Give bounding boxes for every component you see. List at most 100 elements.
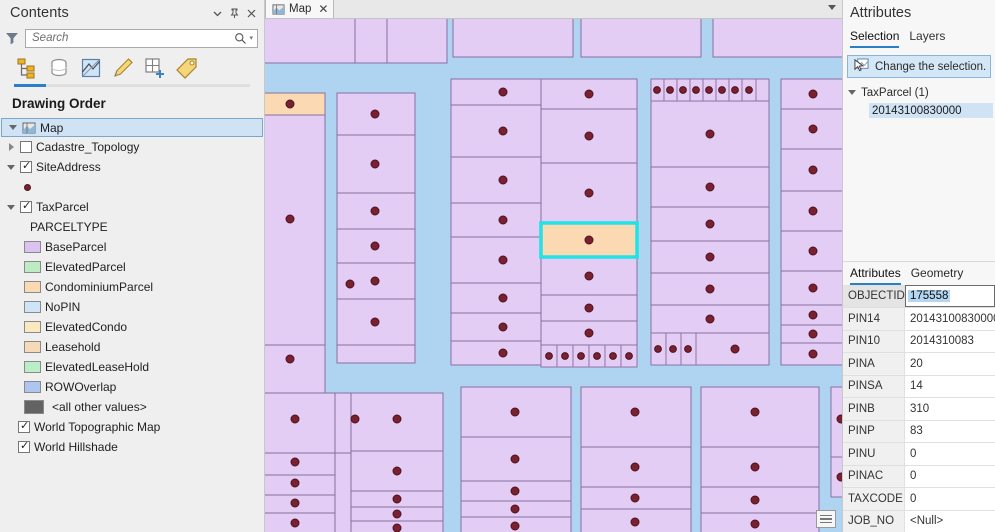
expand-cadastre-topology-icon[interactable] xyxy=(6,143,16,151)
search-icon[interactable] xyxy=(234,32,247,45)
field-name: PINA xyxy=(843,352,905,375)
tab-layers[interactable]: Layers xyxy=(909,29,945,48)
legend-item[interactable]: ElevatedLeaseHold xyxy=(0,357,264,377)
close-icon[interactable]: ✕ xyxy=(315,2,328,16)
legend-label: CondominiumParcel xyxy=(45,280,154,294)
expand-map-icon[interactable] xyxy=(8,125,18,130)
selection-tree: TaxParcel (1) 20143100830000 xyxy=(843,78,995,118)
table-row[interactable]: PINAC 0 xyxy=(843,464,995,487)
field-value[interactable]: 20 xyxy=(905,352,995,375)
contents-panel: Contents Search ▾ Drawing Order Map Cada… xyxy=(0,0,265,532)
layer-item-taxparcel[interactable]: TaxParcel xyxy=(0,197,264,217)
expand-taxparcel-icon[interactable] xyxy=(6,204,16,210)
legend-item-all-other-values[interactable]: <all other values> xyxy=(0,397,264,417)
search-box[interactable]: ▾ xyxy=(25,28,258,48)
selection-layer-row[interactable]: TaxParcel (1) xyxy=(847,84,995,101)
table-row[interactable]: TAXCODE 0 xyxy=(843,487,995,510)
map-canvas[interactable] xyxy=(265,19,842,532)
expand-selection-layer-icon[interactable] xyxy=(847,90,857,95)
search-input[interactable] xyxy=(32,32,235,44)
contents-panel-header: Contents xyxy=(0,0,264,26)
map-attribute-popup-button[interactable] xyxy=(816,510,836,528)
layer-item-siteaddress[interactable]: SiteAddress xyxy=(0,157,264,177)
legend-label: Leasehold xyxy=(45,340,101,354)
attribute-table: OBJECTID 175558 PIN14 20143100830000 PIN… xyxy=(843,284,995,532)
layer-label-map: Map xyxy=(40,120,64,135)
list-by-labeling-icon[interactable] xyxy=(174,55,200,81)
legend-swatch xyxy=(24,241,41,253)
legend-swatch xyxy=(24,321,41,333)
change-selection-button[interactable]: Change the selection. xyxy=(847,55,991,78)
field-value[interactable]: 0 xyxy=(905,487,995,510)
table-row[interactable]: PIN14 20143100830000 xyxy=(843,307,995,330)
legend-item[interactable]: Leasehold xyxy=(0,337,264,357)
table-row[interactable]: PINU 0 xyxy=(843,442,995,465)
layer-item-map[interactable]: Map xyxy=(1,118,263,137)
checkbox-cadastre-topology[interactable] xyxy=(20,141,32,153)
list-by-table-icon[interactable] xyxy=(142,55,168,81)
legend-item[interactable]: CondominiumParcel xyxy=(0,277,264,297)
table-row[interactable]: JOB_NO <Null> xyxy=(843,509,995,532)
legend-label: ElevatedCondo xyxy=(45,320,128,334)
table-row[interactable]: PINP 83 xyxy=(843,419,995,442)
field-name: PINSA xyxy=(843,374,905,397)
checkbox-siteaddress[interactable] xyxy=(20,159,32,173)
field-value[interactable]: 310 xyxy=(905,397,995,420)
field-value[interactable]: 2014310083 xyxy=(905,329,995,352)
change-selection-label: Change the selection. xyxy=(875,60,987,73)
table-row[interactable]: PINB 310 xyxy=(843,397,995,420)
list-by-drawing-order-icon[interactable] xyxy=(14,55,40,81)
map-view-menu-icon[interactable] xyxy=(828,5,836,10)
table-row[interactable]: OBJECTID 175558 xyxy=(843,284,995,307)
tab-selection[interactable]: Selection xyxy=(850,29,900,48)
tab-geometry[interactable]: Geometry xyxy=(911,266,964,285)
legend-item[interactable]: ElevatedParcel xyxy=(0,257,264,277)
field-value-input[interactable]: 175558 xyxy=(905,284,995,307)
drawing-order-label: Drawing Order xyxy=(12,96,106,111)
filter-icon[interactable] xyxy=(4,30,20,46)
legend-item[interactable]: NoPIN xyxy=(0,297,264,317)
expand-siteaddress-icon[interactable] xyxy=(6,164,16,170)
checkbox-world-hillshade[interactable] xyxy=(18,439,30,453)
layer-item-cadastre-topology[interactable]: Cadastre_Topology xyxy=(0,137,264,157)
map-icon xyxy=(22,121,36,135)
tab-map[interactable]: Map ✕ xyxy=(265,0,335,18)
checkbox-taxparcel[interactable] xyxy=(20,199,32,213)
symbology-field-name: PARCELTYPE xyxy=(30,220,108,234)
field-name: PINAC xyxy=(843,464,905,487)
tab-attributes[interactable]: Attributes xyxy=(850,266,901,285)
selected-feature-item[interactable]: 20143100830000 xyxy=(869,103,993,118)
table-row[interactable]: PIN10 2014310083 xyxy=(843,329,995,352)
list-by-selection-icon[interactable] xyxy=(78,55,104,81)
table-row[interactable]: PINSA 14 xyxy=(843,374,995,397)
pin-icon[interactable] xyxy=(226,5,243,22)
checkbox-world-topographic-map[interactable] xyxy=(18,419,30,433)
legend-item[interactable]: ElevatedCondo xyxy=(0,317,264,337)
field-value[interactable]: 0 xyxy=(905,464,995,487)
contents-toolbar xyxy=(0,50,264,84)
field-name: PINU xyxy=(843,442,905,465)
layer-item-world-hillshade[interactable]: World Hillshade xyxy=(0,437,264,457)
contents-search-row: ▾ xyxy=(0,26,264,50)
field-value[interactable]: 14 xyxy=(905,374,995,397)
field-value[interactable]: <Null> xyxy=(905,509,995,532)
legend-swatch xyxy=(24,341,41,353)
toolbar-active-indicator xyxy=(14,84,250,87)
list-by-data-source-icon[interactable] xyxy=(46,55,72,81)
attributes-panel: Attributes Selection Layers Change the s… xyxy=(842,0,995,532)
field-value[interactable]: 83 xyxy=(905,419,995,442)
legend-item[interactable]: ROWOverlap xyxy=(0,377,264,397)
table-row[interactable]: PINA 20 xyxy=(843,352,995,375)
list-by-editing-icon[interactable] xyxy=(110,55,136,81)
layer-item-world-topographic-map[interactable]: World Topographic Map xyxy=(0,417,264,437)
field-value[interactable]: 0 xyxy=(905,442,995,465)
panel-menu-dropdown-icon[interactable] xyxy=(209,5,226,22)
search-options-chevron-icon[interactable]: ▾ xyxy=(247,34,255,42)
close-icon[interactable] xyxy=(243,5,260,22)
legend-swatch xyxy=(24,281,41,293)
legend-item[interactable]: BaseParcel xyxy=(0,237,264,257)
legend-swatch xyxy=(24,261,41,273)
field-name: PIN10 xyxy=(843,329,905,352)
field-value[interactable]: 20143100830000 xyxy=(905,307,995,330)
field-name: PINB xyxy=(843,397,905,420)
